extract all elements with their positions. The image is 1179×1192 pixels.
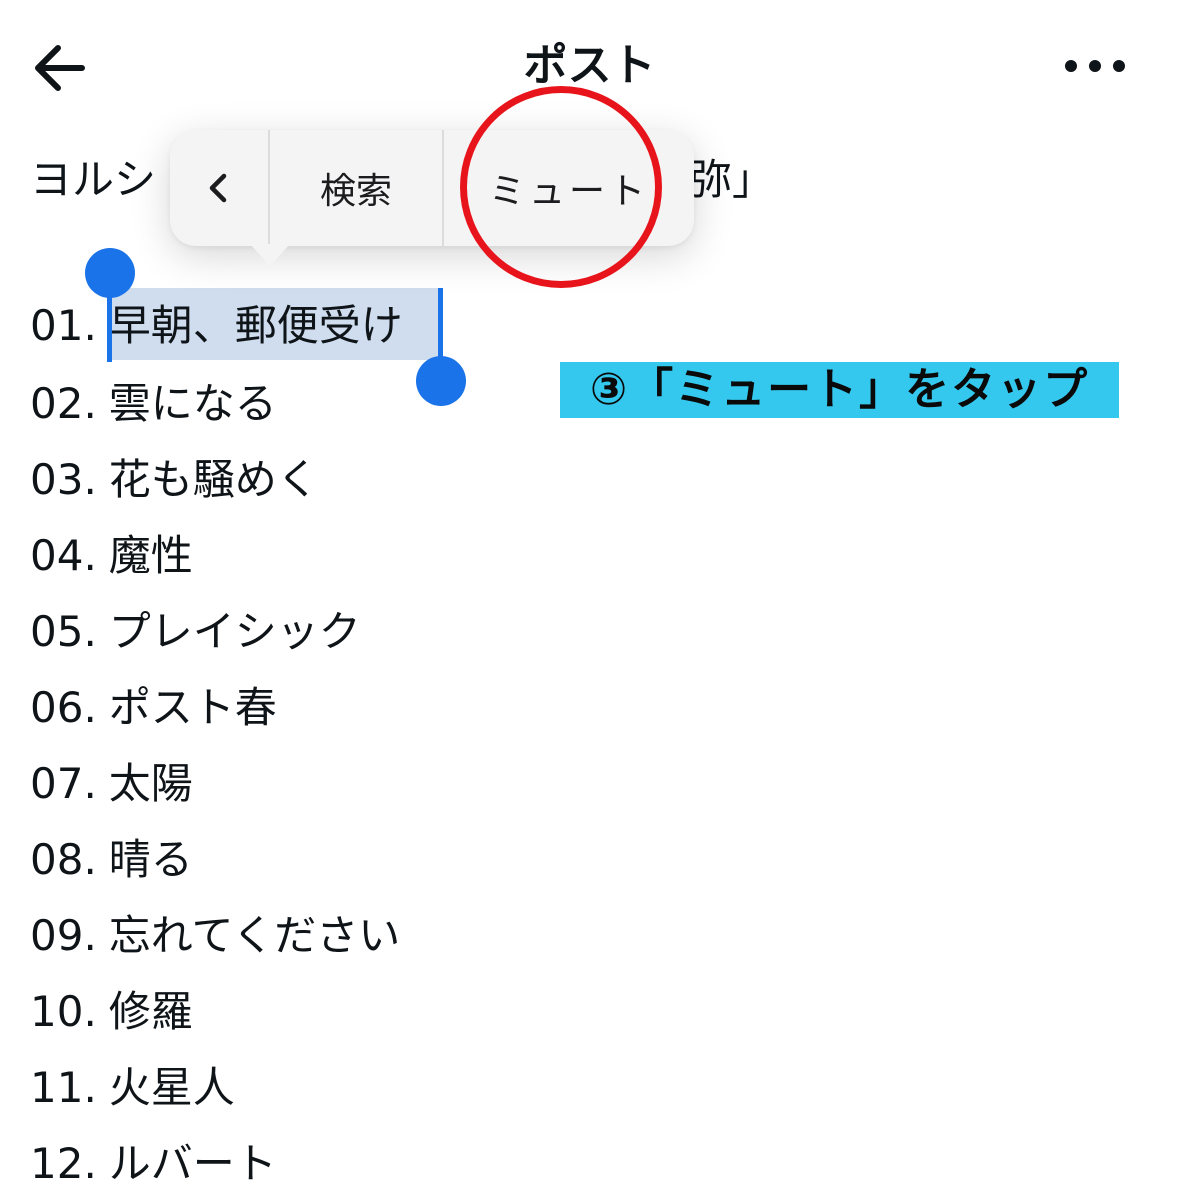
- track-line[interactable]: 04. 魔性: [30, 528, 193, 584]
- track-line[interactable]: 12. ルバート: [30, 1136, 277, 1192]
- track-title: 火星人: [108, 1063, 235, 1112]
- track-line[interactable]: 01. 早朝、郵便受け: [30, 298, 403, 354]
- selection-end-handle[interactable]: [416, 356, 466, 406]
- post-intro-text: ヨルシ: [30, 155, 157, 204]
- post-intro-text-end: 弥」: [690, 155, 775, 204]
- track-number: 12.: [30, 1139, 97, 1188]
- track-number: 10.: [30, 987, 97, 1036]
- track-line[interactable]: 08. 晴る: [30, 832, 193, 888]
- track-title: 早朝、郵便受け: [108, 301, 403, 350]
- track-number: 11.: [30, 1063, 97, 1112]
- track-number: 09.: [30, 911, 97, 960]
- track-line[interactable]: 05. プレイシック: [30, 604, 361, 660]
- track-number: 06.: [30, 683, 97, 732]
- context-menu-pointer: [250, 244, 290, 266]
- more-options-button[interactable]: [1058, 42, 1132, 90]
- track-title: 晴る: [108, 835, 193, 884]
- track-title: 雲になる: [108, 379, 277, 428]
- track-number: 05.: [30, 607, 97, 656]
- track-title: 太陽: [108, 759, 193, 808]
- context-menu-back-button[interactable]: [170, 130, 268, 246]
- context-menu-search-button[interactable]: 検索: [268, 130, 442, 246]
- track-number: 03.: [30, 455, 97, 504]
- track-line[interactable]: 11. 火星人: [30, 1060, 235, 1116]
- track-title: 忘れてください: [108, 911, 401, 960]
- page-title: ポスト: [523, 40, 656, 91]
- track-number: 04.: [30, 531, 97, 580]
- track-number: 02.: [30, 379, 97, 428]
- mute-highlight-circle: [460, 86, 662, 288]
- track-title: ルバート: [108, 1139, 277, 1188]
- track-number: 01.: [30, 301, 97, 350]
- more-horizontal-icon: [1065, 60, 1125, 72]
- track-title: 花も騒めく: [108, 455, 319, 504]
- step-annotation-label: ③「ミュート」をタップ: [560, 362, 1119, 418]
- track-title: プレイシック: [108, 607, 361, 656]
- track-line[interactable]: 02. 雲になる: [30, 376, 277, 432]
- track-line[interactable]: 03. 花も騒めく: [30, 452, 319, 508]
- track-title: 魔性: [108, 531, 193, 580]
- track-title: ポスト春: [108, 683, 277, 732]
- track-line[interactable]: 10. 修羅: [30, 984, 193, 1040]
- track-number: 07.: [30, 759, 97, 808]
- track-number: 08.: [30, 835, 97, 884]
- track-line[interactable]: 09. 忘れてください: [30, 908, 400, 964]
- chevron-left-icon: [209, 173, 227, 203]
- track-line[interactable]: 06. ポスト春: [30, 680, 277, 736]
- track-line[interactable]: 07. 太陽: [30, 756, 193, 812]
- selection-start-handle[interactable]: [85, 248, 135, 298]
- track-title: 修羅: [108, 987, 193, 1036]
- selection-start-bar: [107, 288, 112, 362]
